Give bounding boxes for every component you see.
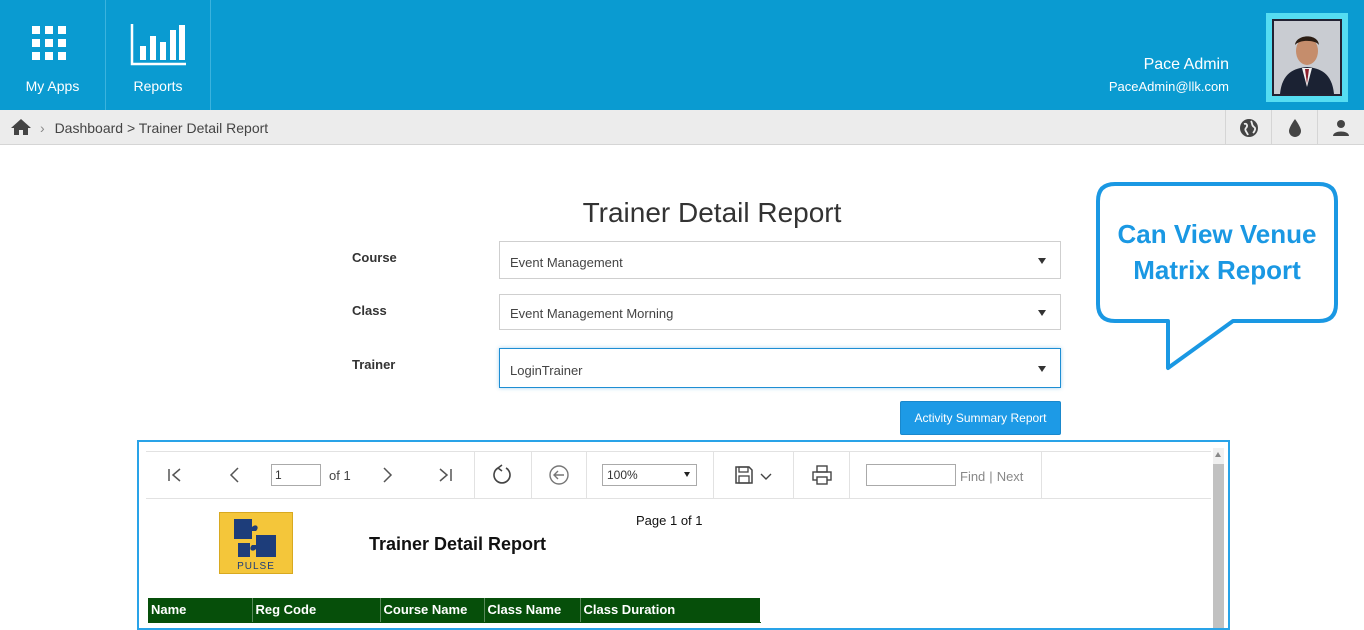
- breadcrumb-path: › Dashboard > Trainer Detail Report: [40, 120, 268, 136]
- find-input[interactable]: [866, 464, 956, 486]
- refresh-icon[interactable]: [491, 464, 513, 486]
- chevron-right-icon: ›: [40, 120, 45, 136]
- caret-down-icon: [1038, 258, 1046, 264]
- toolbar-divider: [1041, 452, 1042, 498]
- report-title: Trainer Detail Report: [369, 534, 547, 554]
- column-header-class-name: Class Name: [484, 598, 581, 623]
- callout-line-1: Can View Venue: [1117, 219, 1317, 249]
- toolbar-divider: [713, 452, 714, 498]
- caret-down-icon: [1038, 310, 1046, 316]
- callout-line-2: Matrix Report: [1133, 255, 1301, 285]
- save-icon[interactable]: [734, 465, 754, 485]
- class-select[interactable]: Event Management Morning: [499, 294, 1061, 330]
- zoom-select[interactable]: 100%: [602, 464, 697, 486]
- my-apps-button[interactable]: My Apps: [0, 0, 106, 110]
- bar-chart-icon: [130, 24, 186, 66]
- vertical-scrollbar[interactable]: [1213, 448, 1224, 628]
- page-number-input[interactable]: 1: [271, 464, 321, 486]
- chevron-down-icon[interactable]: [760, 472, 772, 482]
- print-icon[interactable]: [811, 464, 833, 486]
- activity-summary-report-button[interactable]: Activity Summary Report: [900, 401, 1061, 435]
- course-label: Course: [352, 250, 397, 265]
- report-page-indicator: Page 1 of 1: [636, 513, 703, 528]
- toolbar-divider: [793, 452, 794, 498]
- trainer-label: Trainer: [352, 357, 396, 372]
- next-page-icon[interactable]: [378, 466, 396, 484]
- page-count-label: of 1: [329, 468, 351, 483]
- caret-down-icon: [684, 472, 690, 477]
- top-header: My Apps Reports Pace Admin PaceAdmin@llk…: [0, 0, 1364, 110]
- home-icon[interactable]: [10, 118, 32, 136]
- column-header-course-name: Course Name: [380, 598, 485, 623]
- scroll-up-icon[interactable]: [1215, 452, 1221, 457]
- pulse-logo: PULSE: [219, 512, 293, 574]
- first-page-icon[interactable]: [166, 466, 184, 484]
- toolbar-divider: [531, 452, 532, 498]
- find-controls: Find | Next: [960, 469, 1023, 484]
- find-separator: |: [989, 469, 993, 484]
- globe-icon: [1240, 119, 1258, 137]
- theme-button[interactable]: [1271, 110, 1317, 145]
- report-table: Name Reg Code Course Name Class Name Cla…: [148, 598, 761, 623]
- breadcrumb-text[interactable]: Dashboard > Trainer Detail Report: [55, 120, 269, 136]
- profile-button[interactable]: [1317, 110, 1363, 145]
- toolbar-divider: [849, 452, 850, 498]
- grid-icon: [32, 26, 66, 60]
- breadcrumb: › Dashboard > Trainer Detail Report: [0, 110, 1364, 145]
- column-header-reg-code: Reg Code: [252, 598, 381, 623]
- class-label: Class: [352, 303, 387, 318]
- toolbar-divider: [586, 452, 587, 498]
- course-select[interactable]: Event Management: [499, 241, 1061, 279]
- last-page-icon[interactable]: [436, 466, 454, 484]
- avatar: [1272, 19, 1342, 96]
- find-link[interactable]: Find: [960, 469, 985, 484]
- globe-button[interactable]: [1225, 110, 1271, 145]
- column-header-name: Name: [148, 598, 253, 623]
- course-value: Event Management: [510, 255, 623, 270]
- next-link[interactable]: Next: [997, 469, 1024, 484]
- back-icon[interactable]: [548, 464, 570, 486]
- my-apps-label: My Apps: [25, 78, 80, 94]
- previous-page-icon[interactable]: [226, 466, 244, 484]
- trainer-value: LoginTrainer: [510, 363, 583, 378]
- zoom-value: 100%: [607, 468, 638, 482]
- logo-text: PULSE: [237, 561, 275, 572]
- report-toolbar: 1 of 1 100% Find | Next: [146, 451, 1211, 499]
- avatar-frame[interactable]: [1266, 13, 1348, 102]
- report-table-header: Name Reg Code Course Name Class Name Cla…: [148, 598, 761, 623]
- class-value: Event Management Morning: [510, 306, 674, 321]
- drop-icon: [1289, 119, 1301, 137]
- user-email: PaceAdmin@llk.com: [1108, 79, 1229, 94]
- reports-label: Reports: [133, 78, 183, 94]
- column-header-class-duration: Class Duration: [580, 598, 761, 623]
- reports-button[interactable]: Reports: [106, 0, 211, 110]
- toolbar-divider: [474, 452, 475, 498]
- callout-text: Can View Venue Matrix Report: [1100, 216, 1334, 288]
- scroll-thumb[interactable]: [1213, 464, 1224, 628]
- report-viewer: 1 of 1 100% Find | Next PULSE Page 1 of …: [137, 440, 1230, 630]
- caret-down-icon: [1038, 366, 1046, 372]
- trainer-select[interactable]: LoginTrainer: [499, 348, 1061, 388]
- user-name: Pace Admin: [1143, 56, 1229, 73]
- user-icon: [1333, 120, 1349, 136]
